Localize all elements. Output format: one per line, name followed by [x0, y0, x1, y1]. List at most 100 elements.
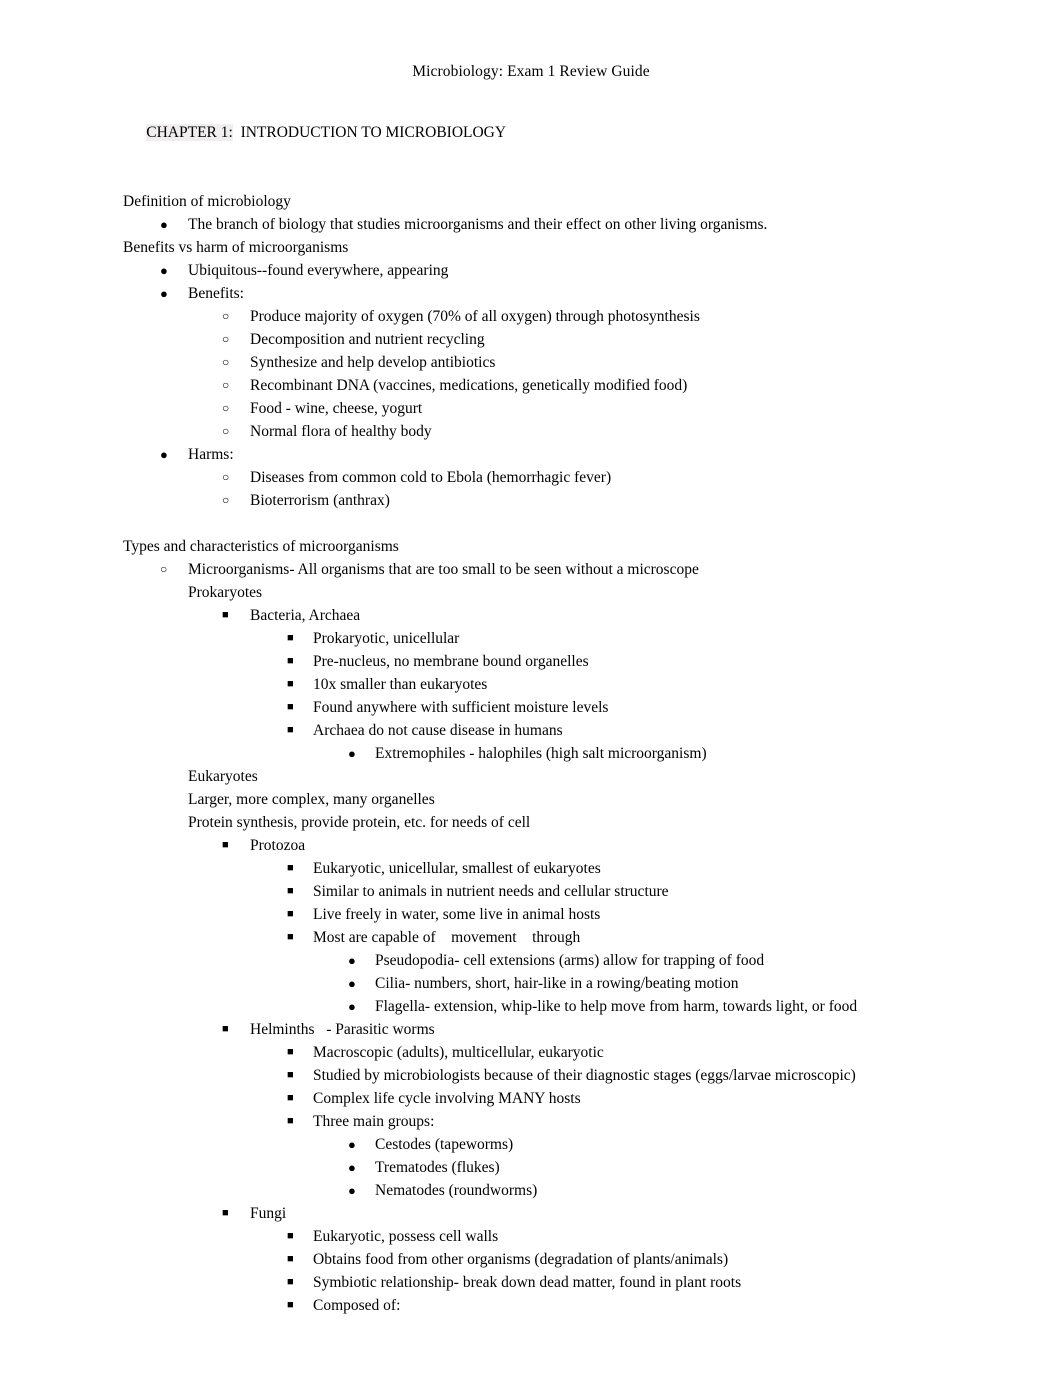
square-bullet-icon: ■ — [287, 908, 294, 920]
outline-text-line: Prokaryotes — [188, 584, 263, 601]
list-item-label: Eukaryotic, unicellular, smallest of euk… — [313, 860, 601, 877]
square-bullet-icon: ■ — [287, 632, 294, 644]
list-item-label: Decomposition and nutrient recycling — [250, 331, 485, 348]
circle-bullet-icon: ○ — [222, 355, 230, 369]
list-item: ○ Decomposition and nutrient recycling — [123, 328, 893, 351]
list-item-label: Macroscopic (adults), multicellular, euk… — [313, 1044, 604, 1061]
square-bullet-icon: ■ — [287, 1069, 294, 1081]
disc-bullet-icon: ● — [348, 1137, 356, 1152]
list-item: ■ Studied by microbiologists because of t… — [123, 1064, 893, 1087]
outline-text-line: Larger, more complex, many organelles — [188, 791, 435, 808]
list-item-label: Eukaryotic, possess cell walls — [313, 1228, 499, 1245]
square-bullet-icon: ■ — [222, 1023, 229, 1035]
list-item: ○ Diseases from common cold to Ebola (hem… — [123, 466, 893, 489]
list-item: ● Harms: — [123, 443, 893, 466]
outline-text-line: Protein synthesis, provide protein, etc.… — [188, 814, 531, 831]
document-page: Microbiology: Exam 1 Review Guide CHAPTE… — [0, 0, 1062, 1377]
list-item: ○ Food - wine, cheese, yogurt — [123, 397, 893, 420]
list-item: ■ Fungi — [123, 1202, 893, 1225]
page-title: Microbiology: Exam 1 Review Guide — [412, 63, 650, 80]
list-item: ○ Produce majority of oxygen (70% of all … — [123, 305, 893, 328]
disc-bullet-icon: ● — [160, 217, 168, 232]
list-item: ■ Similar to animals in nutrient needs an… — [123, 880, 893, 903]
list-item-label: 10x smaller than eukaryotes — [313, 676, 488, 693]
list-item: ■ Bacteria, Archaea — [123, 604, 893, 627]
list-item: ■ Symbiotic relationship- break down dead… — [123, 1271, 893, 1294]
square-bullet-icon: ■ — [287, 862, 294, 874]
list-item-label: Three main groups: — [313, 1113, 435, 1130]
list-item-label: Flagella- extension, whip-like to help m… — [375, 998, 858, 1015]
list-item-label: Pseudopodia- cell extensions (arms) allo… — [375, 952, 765, 969]
square-bullet-icon: ■ — [222, 1207, 229, 1219]
list-item: ● Trematodes (flukes) — [123, 1156, 893, 1179]
square-bullet-icon: ■ — [287, 1299, 294, 1311]
disc-bullet-icon: ● — [160, 263, 168, 278]
list-item: ■ 10x smaller than eukaryotes — [123, 673, 893, 696]
disc-bullet-icon: ● — [348, 976, 356, 991]
circle-bullet-icon: ○ — [160, 562, 168, 576]
list-item-label: Cestodes (tapeworms) — [375, 1136, 514, 1153]
list-item-label: Bioterrorism (anthrax) — [250, 492, 390, 509]
list-item-label: Found anywhere with sufficient moisture … — [313, 699, 609, 716]
list-item-label: Cilia- numbers, short, hair-like in a ro… — [375, 975, 739, 992]
square-bullet-icon: ■ — [287, 724, 294, 736]
list-item-label: Fungi — [250, 1205, 287, 1222]
outline-text-line: Types and characteristics of microorgani… — [123, 538, 399, 555]
list-item: ● Flagella- extension, whip-like to help … — [123, 995, 893, 1018]
list-item-label: Similar to animals in nutrient needs and… — [313, 883, 669, 900]
list-item-label: The branch of biology that studies micro… — [188, 216, 768, 233]
disc-bullet-icon: ● — [160, 447, 168, 462]
list-item: ■ Macroscopic (adults), multicellular, eu… — [123, 1041, 893, 1064]
disc-bullet-icon: ● — [348, 746, 356, 761]
list-item-label: Recombinant DNA (vaccines, medications, … — [250, 377, 688, 394]
outline-text-line: Definition of microbiology — [123, 193, 291, 210]
list-item-label: Helminths - Parasitic worms — [250, 1021, 435, 1038]
list-item-label: Live freely in water, some live in anima… — [313, 906, 601, 923]
list-item-label: Symbiotic relationship- break down dead … — [313, 1274, 742, 1291]
list-item: ● The branch of biology that studies micr… — [123, 213, 893, 236]
square-bullet-icon: ■ — [287, 931, 294, 943]
disc-bullet-icon: ● — [348, 999, 356, 1014]
list-item: ● Ubiquitous--found everywhere, appearing — [123, 259, 893, 282]
list-item-label: Synthesize and help develop antibiotics — [250, 354, 496, 371]
square-bullet-icon: ■ — [222, 839, 229, 851]
list-item: ● Pseudopodia- cell extensions (arms) all… — [123, 949, 893, 972]
circle-bullet-icon: ○ — [222, 424, 230, 438]
list-item-label: Studied by microbiologists because of th… — [313, 1067, 856, 1084]
list-item: ● Benefits: — [123, 282, 893, 305]
list-item-label: Prokaryotic, unicellular — [313, 630, 460, 647]
list-item: ○ Recombinant DNA (vaccines, medications,… — [123, 374, 893, 397]
list-item-label: Produce majority of oxygen (70% of all o… — [250, 308, 700, 325]
square-bullet-icon: ■ — [287, 885, 294, 897]
list-item-label: Harms: — [188, 446, 234, 463]
list-item-label: Trematodes (flukes) — [375, 1159, 500, 1176]
list-item-label: Complex life cycle involving MANY hosts — [313, 1090, 581, 1107]
disc-bullet-icon: ● — [348, 1183, 356, 1198]
circle-bullet-icon: ○ — [222, 309, 230, 323]
outline-text-line: Benefits vs harm of microorganisms — [123, 239, 349, 256]
list-item-label: Ubiquitous--found everywhere, appearing — [188, 262, 449, 279]
circle-bullet-icon: ○ — [222, 378, 230, 392]
list-item: ■ Composed of: — [123, 1294, 893, 1317]
list-item: ○ Microorganisms- All organisms that are … — [123, 558, 893, 581]
list-item: ■ Eukaryotic, possess cell walls — [123, 1225, 893, 1248]
square-bullet-icon: ■ — [287, 1046, 294, 1058]
list-item-label: Composed of: — [313, 1297, 401, 1314]
chapter-heading-title: INTRODUCTION TO MICROBIOLOGY — [232, 124, 507, 141]
list-item: ■ Complex life cycle involving MANY hosts — [123, 1087, 893, 1110]
list-item: ■ Protozoa — [123, 834, 893, 857]
list-item: ● Extremophiles - halophiles (high salt m… — [123, 742, 893, 765]
circle-bullet-icon: ○ — [222, 332, 230, 346]
list-item-label: Bacteria, Archaea — [250, 607, 361, 624]
list-item: ■ Most are capable of movement through — [123, 926, 893, 949]
square-bullet-icon: ■ — [287, 655, 294, 667]
list-item-label: Nematodes (roundworms) — [375, 1182, 538, 1199]
list-item-label: Obtains food from other organisms (degra… — [313, 1251, 729, 1268]
square-bullet-icon: ■ — [287, 1230, 294, 1242]
disc-bullet-icon: ● — [348, 1160, 356, 1175]
circle-bullet-icon: ○ — [222, 493, 230, 507]
list-item: ■ Three main groups: — [123, 1110, 893, 1133]
square-bullet-icon: ■ — [287, 678, 294, 690]
